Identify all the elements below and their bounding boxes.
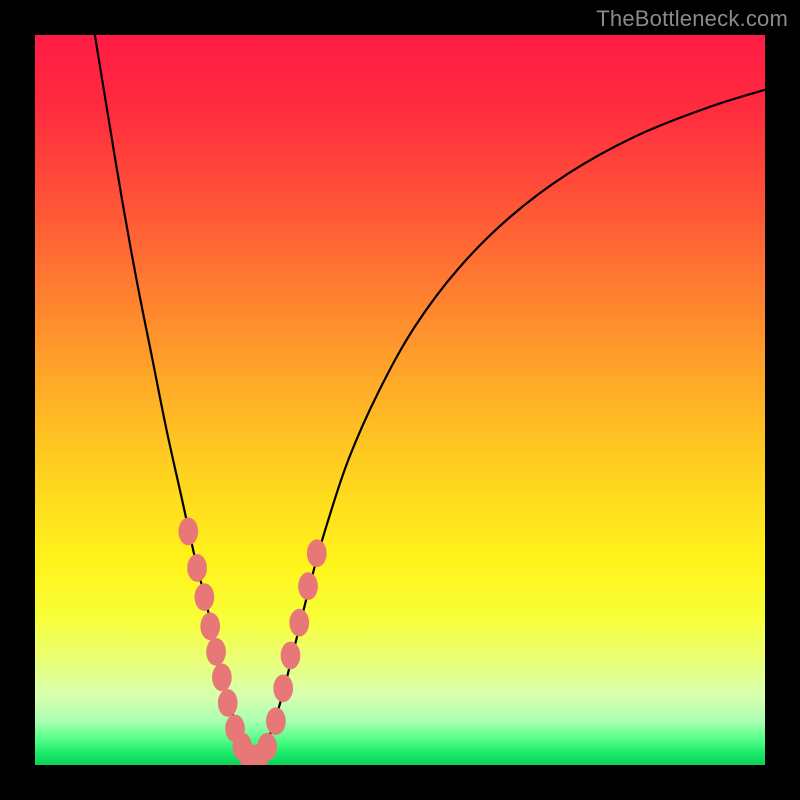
marker — [273, 674, 293, 702]
marker — [298, 572, 318, 600]
plot-area — [35, 35, 765, 765]
marker — [281, 642, 301, 670]
bottleneck-curve — [95, 35, 765, 765]
marker — [289, 609, 309, 637]
marker — [206, 638, 226, 666]
chart-svg — [35, 35, 765, 765]
sample-markers — [178, 518, 326, 765]
marker — [266, 707, 286, 735]
marker — [257, 733, 277, 761]
marker — [200, 612, 220, 640]
marker — [212, 664, 232, 692]
marker — [307, 539, 327, 567]
outer-frame: TheBottleneck.com — [0, 0, 800, 800]
marker — [187, 554, 207, 582]
watermark-text: TheBottleneck.com — [596, 6, 788, 32]
marker — [178, 518, 198, 546]
marker — [218, 689, 238, 717]
marker — [195, 583, 215, 611]
